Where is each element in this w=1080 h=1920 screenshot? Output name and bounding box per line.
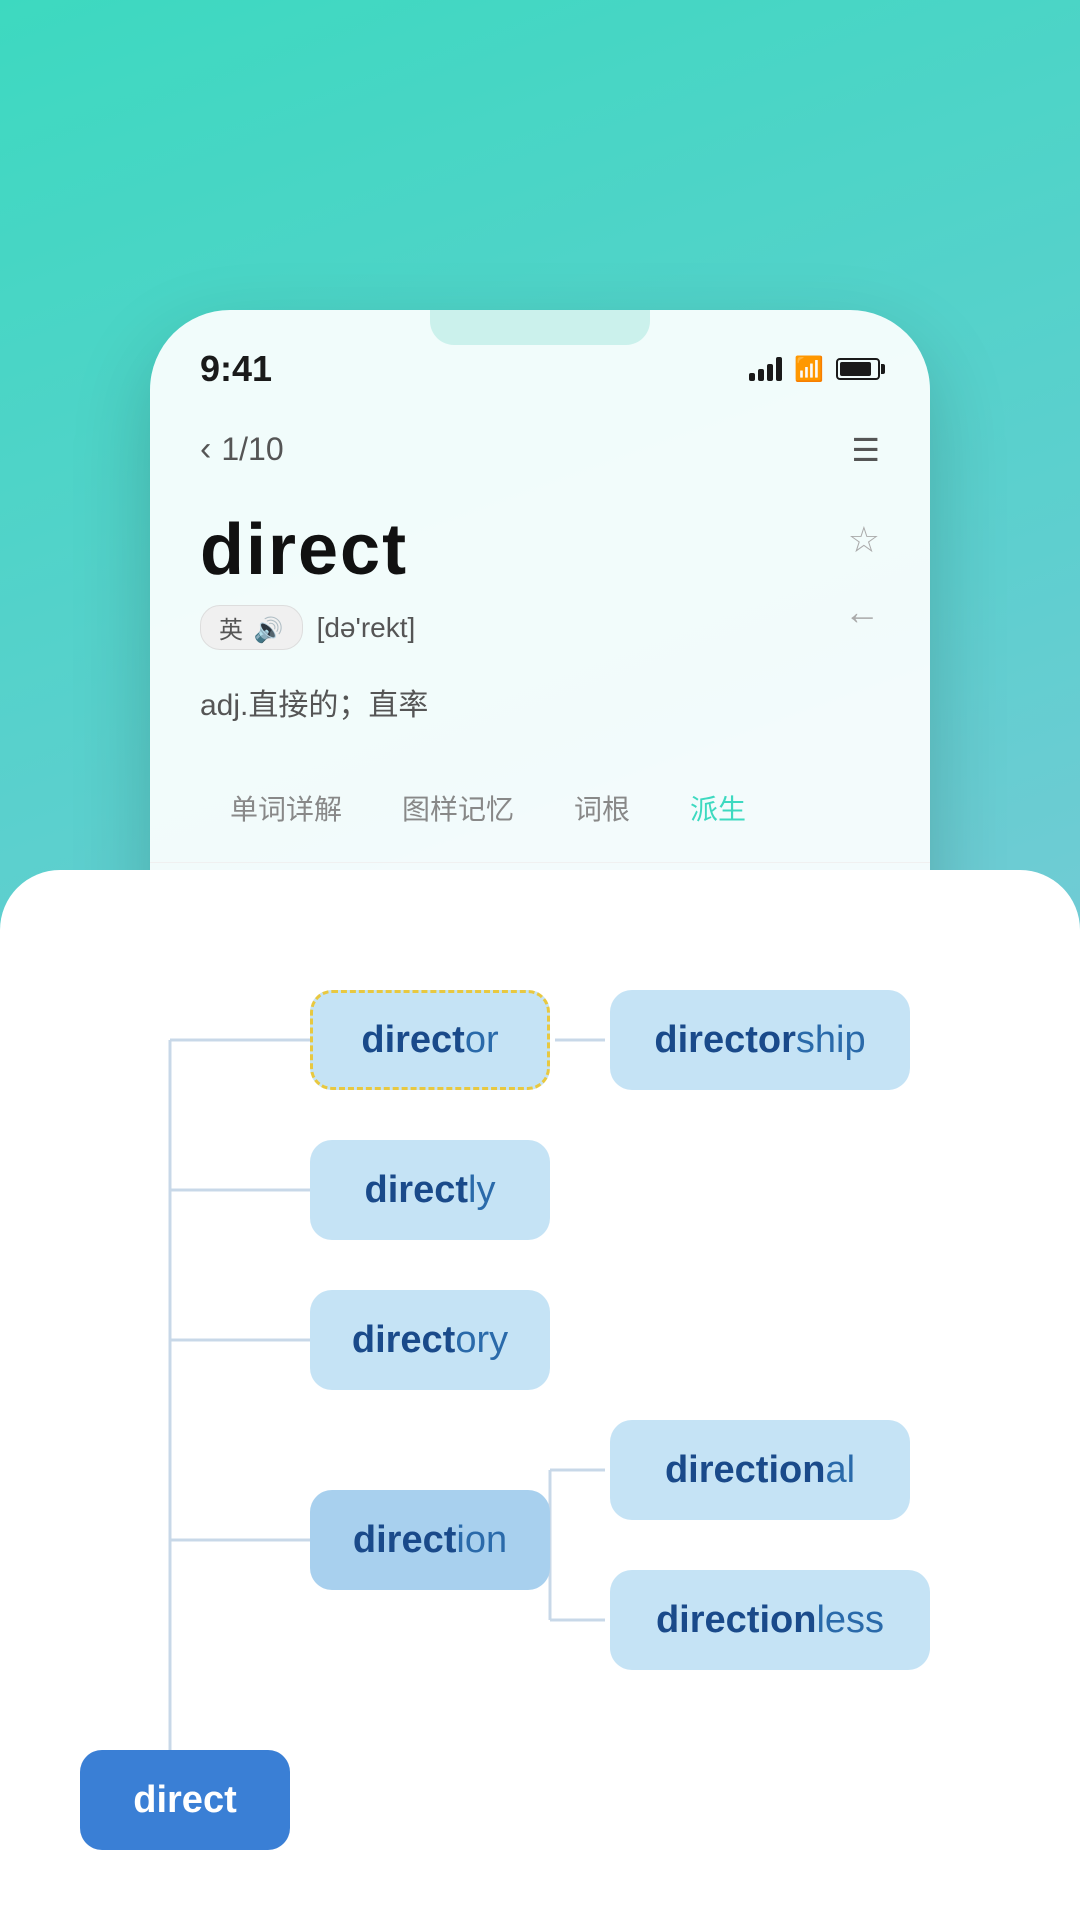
node-director[interactable]: director <box>310 990 550 1090</box>
phonetic-text: [də'rekt] <box>317 612 416 644</box>
word-definition: adj.直接的；直率 <box>150 670 930 754</box>
star-icon[interactable]: ☆ <box>848 519 880 561</box>
signal-icon <box>749 357 782 381</box>
node-directionless[interactable]: directionless <box>610 1570 930 1670</box>
node-direction[interactable]: direction <box>310 1490 550 1590</box>
language-badge[interactable]: 英 🔊 <box>200 605 303 650</box>
word-phonetic: 英 🔊 [də'rekt] <box>200 605 415 650</box>
tab-derivation[interactable]: 派生 <box>660 774 776 842</box>
word-action-icons: ☆ ← <box>844 509 880 633</box>
filter-icon[interactable]: ☰ <box>851 431 880 469</box>
tree-diagram: direct director directorship directly di… <box>50 930 1030 1880</box>
back-chevron-icon[interactable]: ‹ <box>200 430 211 469</box>
node-direct-text: direct <box>133 1779 236 1822</box>
nav-progress: 1/10 <box>221 431 283 468</box>
node-directory[interactable]: directory <box>310 1290 550 1390</box>
node-directorship[interactable]: directorship <box>610 990 910 1090</box>
tab-image-memory[interactable]: 图样记忆 <box>372 774 544 842</box>
word-section: direct 英 🔊 [də'rekt] ☆ ← <box>150 489 930 670</box>
tab-root[interactable]: 词根 <box>544 774 660 842</box>
battery-icon <box>836 358 880 380</box>
node-direction-text: direction <box>353 1519 507 1562</box>
node-director-text: director <box>361 1019 498 1062</box>
word-tree-card: direct director directorship directly di… <box>0 870 1080 1920</box>
wifi-icon: 📶 <box>794 355 824 384</box>
node-directory-text: directory <box>352 1319 508 1362</box>
nav-bar: ‹ 1/10 ☰ <box>150 410 930 489</box>
word-title: direct <box>200 509 415 591</box>
speaker-icon[interactable]: 🔊 <box>254 617 284 644</box>
node-directly-text: directly <box>365 1169 496 1212</box>
tab-word-detail[interactable]: 单词详解 <box>200 774 372 842</box>
phone-time: 9:41 <box>200 348 272 390</box>
arrow-back-icon[interactable]: ← <box>844 591 880 633</box>
phone-notch <box>430 310 650 345</box>
node-directly[interactable]: directly <box>310 1140 550 1240</box>
node-directorship-text: directorship <box>654 1019 865 1062</box>
status-icons: 📶 <box>749 355 880 384</box>
node-directional-text: directional <box>665 1449 855 1492</box>
node-directionless-text: directionless <box>656 1599 884 1642</box>
node-direct[interactable]: direct <box>80 1750 290 1850</box>
node-directional[interactable]: directional <box>610 1420 910 1520</box>
tabs-bar: 单词详解 图样记忆 词根 派生 <box>150 754 930 863</box>
